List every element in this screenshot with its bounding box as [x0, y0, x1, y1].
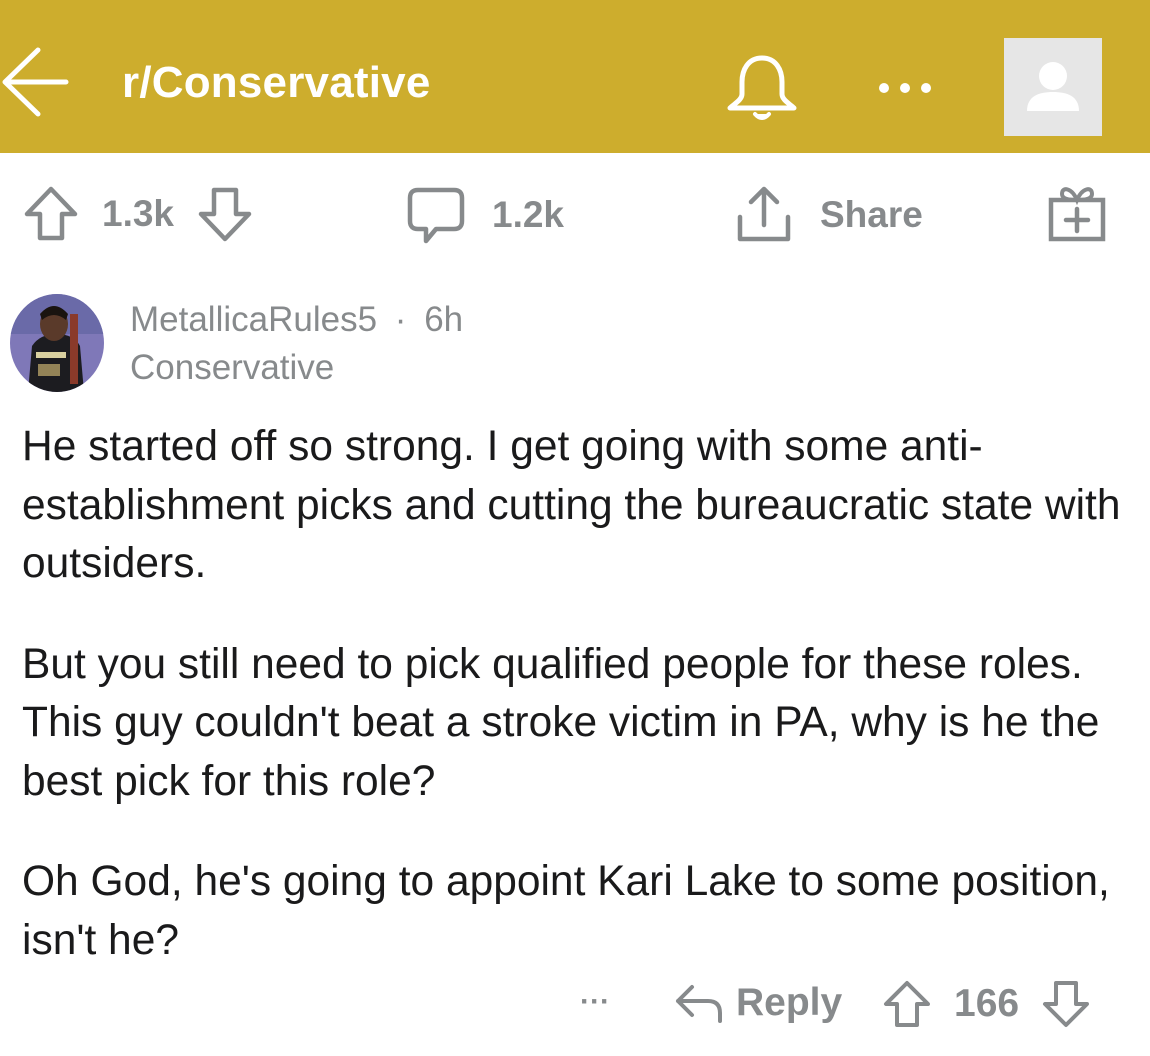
comment-age: 6h — [424, 300, 464, 339]
comment-paragraph: Oh God, he's going to appoint Kari Lake … — [22, 858, 1110, 964]
share-button[interactable]: Share — [734, 185, 923, 245]
comment-meta: MetallicaRules5 · 6h — [130, 300, 463, 340]
reply-label: Reply — [736, 981, 843, 1024]
comment-more-button[interactable]: ··· — [580, 985, 610, 1019]
comment-actions: ··· Reply 166 — [0, 975, 1150, 1045]
back-button[interactable] — [0, 45, 70, 120]
comment-score: 166 — [954, 982, 1020, 1025]
share-label: Share — [820, 194, 923, 235]
share-icon — [737, 186, 791, 242]
award-button[interactable] — [1046, 182, 1108, 244]
comment-icon — [407, 187, 465, 244]
post-actions-bar: 1.3k 1.2k Share — [0, 160, 1150, 275]
more-options-button[interactable] — [870, 70, 940, 106]
upvote-icon[interactable] — [882, 979, 932, 1029]
profile-avatar-button[interactable] — [1004, 38, 1102, 136]
upvote-icon[interactable] — [22, 185, 80, 243]
commenter-avatar-image — [10, 294, 104, 392]
more-dots-icon — [879, 83, 931, 93]
user-flair: Conservative — [130, 348, 335, 387]
meta-separator: · — [394, 300, 407, 339]
comment-vote-group: 166 — [882, 979, 1091, 1029]
top-bar: r/Conservative — [0, 0, 1150, 153]
more-dots-icon: ··· — [580, 985, 610, 1018]
reply-arrow-icon — [676, 985, 722, 1023]
user-avatar-icon — [1027, 62, 1079, 111]
upvote-count: 1.3k — [102, 193, 175, 234]
subreddit-title[interactable]: r/Conservative — [122, 58, 431, 108]
comment-count: 1.2k — [492, 194, 565, 235]
upvote-group: 1.3k — [22, 185, 254, 243]
gift-icon — [1048, 187, 1106, 242]
back-arrow-icon — [2, 47, 69, 117]
comment-paragraph: He started off so strong. I get going wi… — [22, 423, 1121, 587]
comment-body: He started off so strong. I get going wi… — [22, 418, 1132, 1012]
reply-button[interactable]: Reply — [674, 981, 842, 1025]
comments-button[interactable]: 1.2k — [406, 185, 564, 245]
commenter-avatar[interactable] — [10, 294, 104, 392]
downvote-icon[interactable] — [196, 185, 254, 243]
downvote-icon[interactable] — [1041, 979, 1091, 1029]
bell-icon — [727, 55, 797, 120]
notifications-button[interactable] — [722, 52, 802, 126]
comment-paragraph: But you still need to pick qualified peo… — [22, 640, 1100, 805]
comment-author[interactable]: MetallicaRules5 — [130, 300, 377, 339]
